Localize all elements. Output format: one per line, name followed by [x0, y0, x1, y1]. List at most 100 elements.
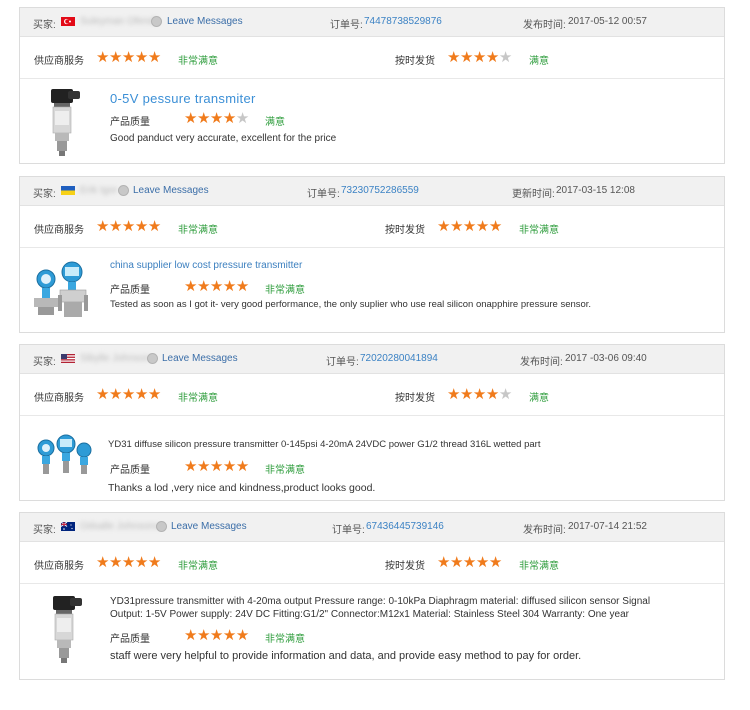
- message-icon[interactable]: [156, 521, 167, 532]
- star-filled-icon: ★: [488, 218, 502, 235]
- star-filled-icon: ★: [108, 554, 122, 571]
- quality-verdict: 非常满意: [265, 285, 305, 296]
- usa-flag-icon: [61, 354, 75, 363]
- leave-messages-link[interactable]: Leave Messages: [162, 353, 238, 364]
- delivery-verdict: 满意: [529, 393, 549, 404]
- date-label: 发布时间:: [523, 525, 566, 536]
- order-label: 订单号:: [330, 20, 363, 31]
- supplier-service-label: 供应商服务: [34, 561, 84, 572]
- star-filled-icon: ★: [147, 386, 161, 403]
- product-area: 0-5V pessure transmiter 产品质量 ★★★★★ 满意 Go…: [20, 79, 724, 163]
- delivery-verdict: 非常满意: [519, 225, 559, 236]
- supplier-verdict: 非常满意: [178, 225, 218, 236]
- star-filled-icon: ★: [222, 110, 236, 127]
- supplier-service-label: 供应商服务: [34, 56, 84, 67]
- product-quality-label: 产品质量: [110, 634, 150, 645]
- star-filled-icon: ★: [485, 49, 499, 66]
- buyer-name[interactable]: Sibylle Johnson: [80, 353, 150, 364]
- order-number-link[interactable]: 73230752286559: [341, 185, 419, 196]
- star-filled-icon: ★: [462, 218, 476, 235]
- message-icon[interactable]: [118, 185, 129, 196]
- quality-star-rating: ★★★★★: [184, 111, 249, 126]
- star-filled-icon: ★: [209, 458, 223, 475]
- star-filled-icon: ★: [184, 110, 197, 127]
- star-filled-icon: ★: [134, 554, 148, 571]
- smart-transmitter-image[interactable]: [28, 259, 94, 321]
- buyer-name[interactable]: Suleyman Ofendi: [80, 16, 157, 27]
- star-filled-icon: ★: [209, 278, 223, 295]
- ratings-row: 供应商服务 ★★★★★ 非常满意 按时发货 ★★★★★ 满意: [20, 37, 724, 79]
- review-text: Good panduct very accurate, excellent fo…: [110, 133, 337, 144]
- date-value: 2017-03-15 12:08: [556, 185, 635, 196]
- supplier-verdict: 非常满意: [178, 56, 218, 67]
- star-filled-icon: ★: [459, 386, 473, 403]
- pressure-transmitter-image[interactable]: [44, 89, 82, 157]
- on-time-delivery-label: 按时发货: [385, 225, 425, 236]
- star-filled-icon: ★: [475, 554, 489, 571]
- star-filled-icon: ★: [485, 386, 499, 403]
- supplier-verdict: 非常满意: [178, 393, 218, 404]
- delivery-star-rating: ★★★★★: [447, 50, 512, 65]
- star-filled-icon: ★: [235, 278, 249, 295]
- ratings-row: 供应商服务 ★★★★★ 非常满意 按时发货 ★★★★★ 非常满意: [20, 542, 724, 584]
- turkey-flag-icon: [61, 17, 75, 26]
- buyer-label: 买家:: [33, 189, 56, 200]
- quality-verdict: 满意: [265, 117, 285, 128]
- star-filled-icon: ★: [134, 49, 148, 66]
- review-card: 买家: Suleyman Ofendi Leave Messages 订单号: …: [19, 7, 725, 164]
- leave-messages-link[interactable]: Leave Messages: [171, 521, 247, 532]
- star-filled-icon: ★: [121, 218, 135, 235]
- star-filled-icon: ★: [447, 49, 460, 66]
- order-number-link[interactable]: 67436445739146: [366, 521, 444, 532]
- supplier-star-rating: ★★★★★: [96, 219, 161, 234]
- product-title-link[interactable]: 0-5V pessure transmiter: [110, 91, 256, 106]
- buyer-name[interactable]: Erik Igor: [80, 185, 117, 196]
- star-filled-icon: ★: [96, 554, 109, 571]
- star-filled-icon: ★: [437, 218, 450, 235]
- message-icon[interactable]: [147, 353, 158, 364]
- ukraine-flag-icon: [61, 186, 75, 195]
- star-filled-icon: ★: [121, 554, 135, 571]
- star-filled-icon: ★: [184, 627, 197, 644]
- delivery-verdict: 满意: [529, 56, 549, 67]
- order-number-link[interactable]: 74478738529876: [364, 16, 442, 27]
- product-title-link[interactable]: china supplier low cost pressure transmi…: [110, 260, 302, 271]
- blue-transmitter-image[interactable]: [34, 434, 94, 478]
- star-filled-icon: ★: [196, 627, 210, 644]
- leave-messages-link[interactable]: Leave Messages: [167, 16, 243, 27]
- star-filled-icon: ★: [96, 49, 109, 66]
- supplier-service-label: 供应商服务: [34, 393, 84, 404]
- star-filled-icon: ★: [222, 627, 236, 644]
- buyer-label: 买家:: [33, 357, 56, 368]
- review-header: 买家: Odsalle Johnsons Leave Messages 订单号:…: [20, 513, 724, 542]
- buyer-label: 买家:: [33, 525, 56, 536]
- star-filled-icon: ★: [222, 278, 236, 295]
- quality-verdict: 非常满意: [265, 634, 305, 645]
- pressure-transmitter-image[interactable]: [46, 596, 84, 664]
- product-title-line-2[interactable]: Output: 1-5V Power supply: 24V DC Fittin…: [110, 609, 629, 620]
- delivery-star-rating: ★★★★★: [437, 219, 502, 234]
- review-header: 买家: Erik Igor Leave Messages 订单号: 732307…: [20, 177, 724, 206]
- star-filled-icon: ★: [472, 49, 486, 66]
- star-filled-icon: ★: [147, 554, 161, 571]
- product-area: china supplier low cost pressure transmi…: [20, 248, 724, 332]
- star-filled-icon: ★: [488, 554, 502, 571]
- supplier-service-label: 供应商服务: [34, 225, 84, 236]
- product-title-link[interactable]: YD31 diffuse silicon pressure transmitte…: [108, 439, 540, 450]
- product-area: YD31 diffuse silicon pressure transmitte…: [20, 416, 724, 500]
- supplier-star-rating: ★★★★★: [96, 387, 161, 402]
- on-time-delivery-label: 按时发货: [395, 56, 435, 67]
- star-filled-icon: ★: [121, 386, 135, 403]
- review-card: 买家: Erik Igor Leave Messages 订单号: 732307…: [19, 176, 725, 333]
- order-number-link[interactable]: 72020280041894: [360, 353, 438, 364]
- product-title-line-1[interactable]: YD31pressure transmitter with 4-20ma out…: [110, 596, 650, 607]
- leave-messages-link[interactable]: Leave Messages: [133, 185, 209, 196]
- star-filled-icon: ★: [209, 110, 223, 127]
- star-filled-icon: ★: [459, 49, 473, 66]
- message-icon[interactable]: [151, 16, 162, 27]
- on-time-delivery-label: 按时发货: [385, 561, 425, 572]
- delivery-verdict: 非常满意: [519, 561, 559, 572]
- buyer-name[interactable]: Odsalle Johnsons: [80, 521, 160, 532]
- quality-star-rating: ★★★★★: [184, 279, 249, 294]
- star-filled-icon: ★: [134, 386, 148, 403]
